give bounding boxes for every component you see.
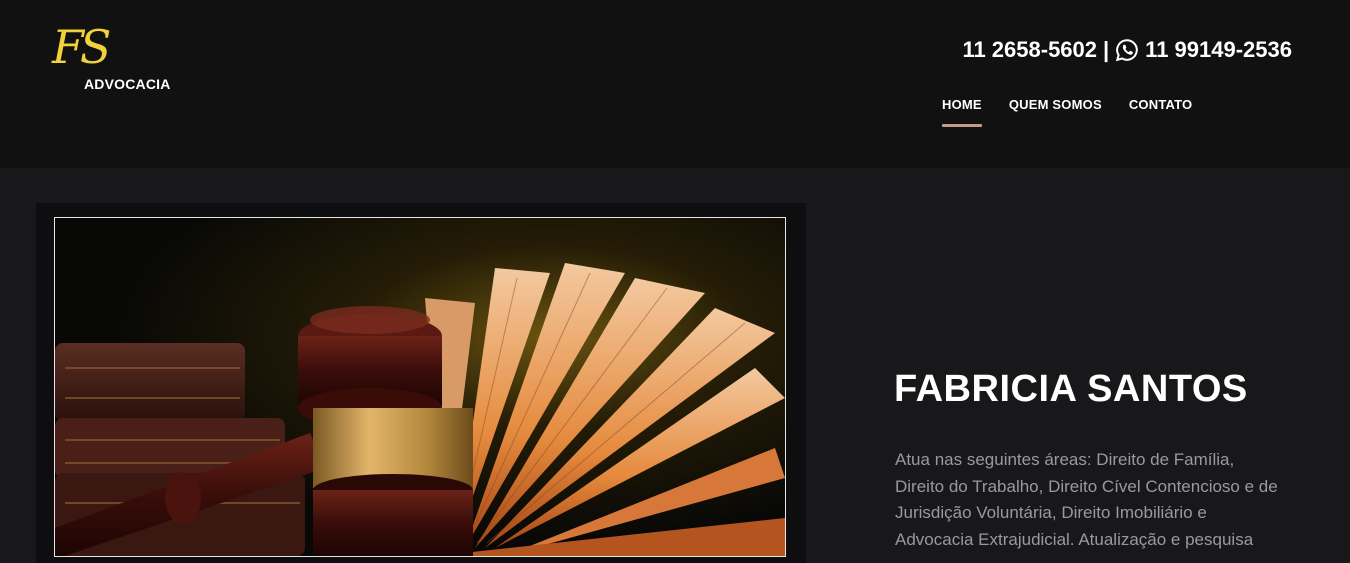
whatsapp-icon	[1115, 38, 1139, 62]
profile-name: FABRICIA SANTOS	[894, 368, 1248, 410]
phone-separator: |	[1103, 37, 1110, 62]
nav-home[interactable]: HOME	[942, 97, 982, 127]
site-header: FS ADVOCACIA 11 2658-5602 | 11 99149-253…	[0, 0, 1350, 168]
main-nav: HOME QUEM SOMOS CONTATO	[942, 97, 1193, 127]
mobile-phone[interactable]: 11 99149-2536	[1145, 37, 1292, 63]
site-logo[interactable]: FS ADVOCACIA	[50, 24, 180, 100]
nav-contato[interactable]: CONTATO	[1129, 97, 1193, 112]
logo-mark: FS	[52, 20, 111, 74]
nav-quem-somos[interactable]: QUEM SOMOS	[1009, 97, 1102, 112]
contact-phones: 11 2658-5602 | 11 99149-2536	[962, 37, 1292, 63]
logo-text: ADVOCACIA	[84, 76, 171, 92]
gavel-and-book-photo	[54, 217, 786, 557]
landline-phone[interactable]: 11 2658-5602	[962, 37, 1097, 63]
profile-description: Atua nas seguintes áreas: Direito de Fam…	[895, 450, 1278, 549]
